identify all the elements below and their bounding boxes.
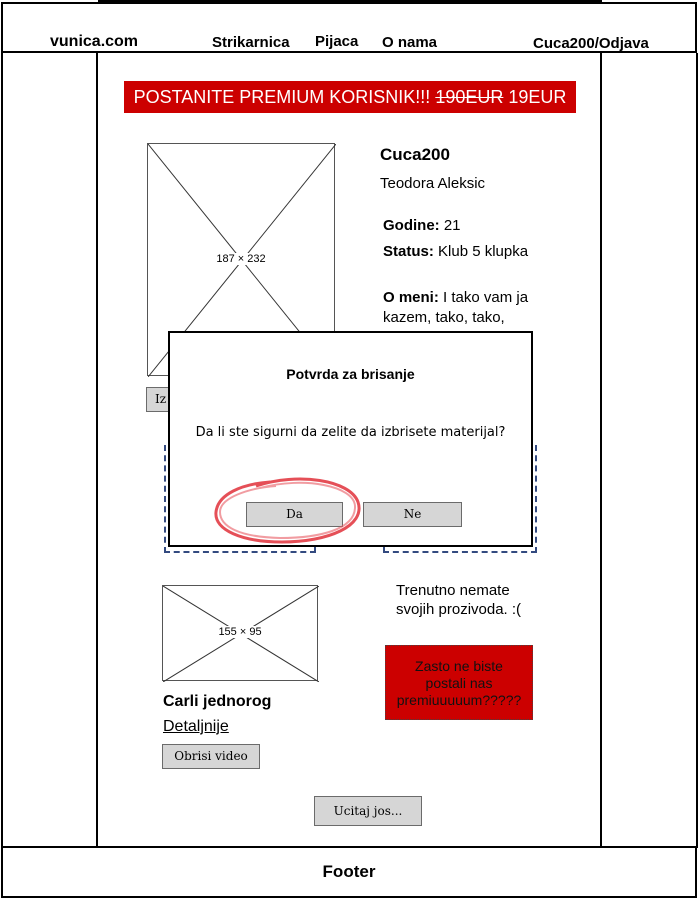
- about-line-2: kazem, tako, tako,: [383, 309, 505, 326]
- no-products-line-1: Trenutno nemate: [396, 582, 510, 599]
- site-logo[interactable]: vunica.com: [50, 33, 138, 51]
- no-products-line-2: svojih prozivoda. :(: [396, 601, 522, 618]
- age-label: Godine:: [383, 217, 440, 234]
- modal-message: Da li ste sigurni da zelite da izbrisete…: [195, 425, 506, 440]
- premium-banner[interactable]: POSTANITE PREMIUM KORISNIK!!! 190EUR 19E…: [124, 81, 576, 113]
- nav-strikarnica[interactable]: Strikarnica: [212, 34, 290, 51]
- no-products-text: Trenutno nemate svojih prozivoda. :(: [396, 581, 521, 619]
- about-line-1: I tako vam ja: [443, 289, 529, 306]
- promo-line-1: Zasto ne biste: [415, 658, 503, 674]
- age-row: Godine: 21: [383, 217, 461, 234]
- banner-text: POSTANITE PREMIUM KORISNIK!!!: [133, 87, 431, 107]
- video-details-link[interactable]: Detaljnije: [163, 718, 229, 736]
- left-column: [1, 53, 98, 848]
- footer-label: Footer: [322, 862, 376, 881]
- new-price: 19EUR: [508, 87, 567, 107]
- old-price: 190EUR: [435, 87, 504, 107]
- full-name: Teodora Aleksic: [380, 175, 486, 192]
- video-image-placeholder: 155 × 95: [162, 585, 319, 682]
- status-row: Status: Klub 5 klupka: [383, 243, 528, 260]
- about-label: O meni:: [383, 289, 439, 306]
- age-value: 21: [443, 217, 461, 234]
- load-more-button[interactable]: Ucitaj jos...: [314, 796, 422, 826]
- footer: Footer: [1, 846, 697, 898]
- delete-video-button[interactable]: Obrisi video: [162, 744, 260, 769]
- cancel-delete-button[interactable]: Ne: [363, 502, 462, 527]
- about-row: O meni: I tako vam ja: [383, 289, 528, 306]
- right-column: [600, 53, 698, 848]
- modal-title: Potvrda za brisanje: [286, 366, 415, 382]
- promo-line-2: postali nas: [425, 675, 493, 691]
- status-label: Status:: [383, 243, 434, 260]
- video-image-size: 155 × 95: [216, 626, 264, 638]
- promo-line-3: premiuuuuum?????: [396, 692, 522, 708]
- status-value: Klub 5 klupka: [438, 243, 529, 260]
- highlight-circle-icon: [214, 477, 361, 544]
- username: Cuca200: [380, 145, 450, 164]
- nav-o-nama[interactable]: O nama: [382, 34, 437, 51]
- account-link[interactable]: Cuca200/Odjava: [533, 35, 649, 52]
- premium-promo-button[interactable]: Zasto ne biste postali nas premiuuuuum??…: [385, 645, 533, 720]
- profile-image-size: 187 × 232: [214, 253, 268, 265]
- video-title: Carli jednorog: [163, 693, 272, 710]
- nav-pijaca[interactable]: Pijaca: [315, 33, 358, 50]
